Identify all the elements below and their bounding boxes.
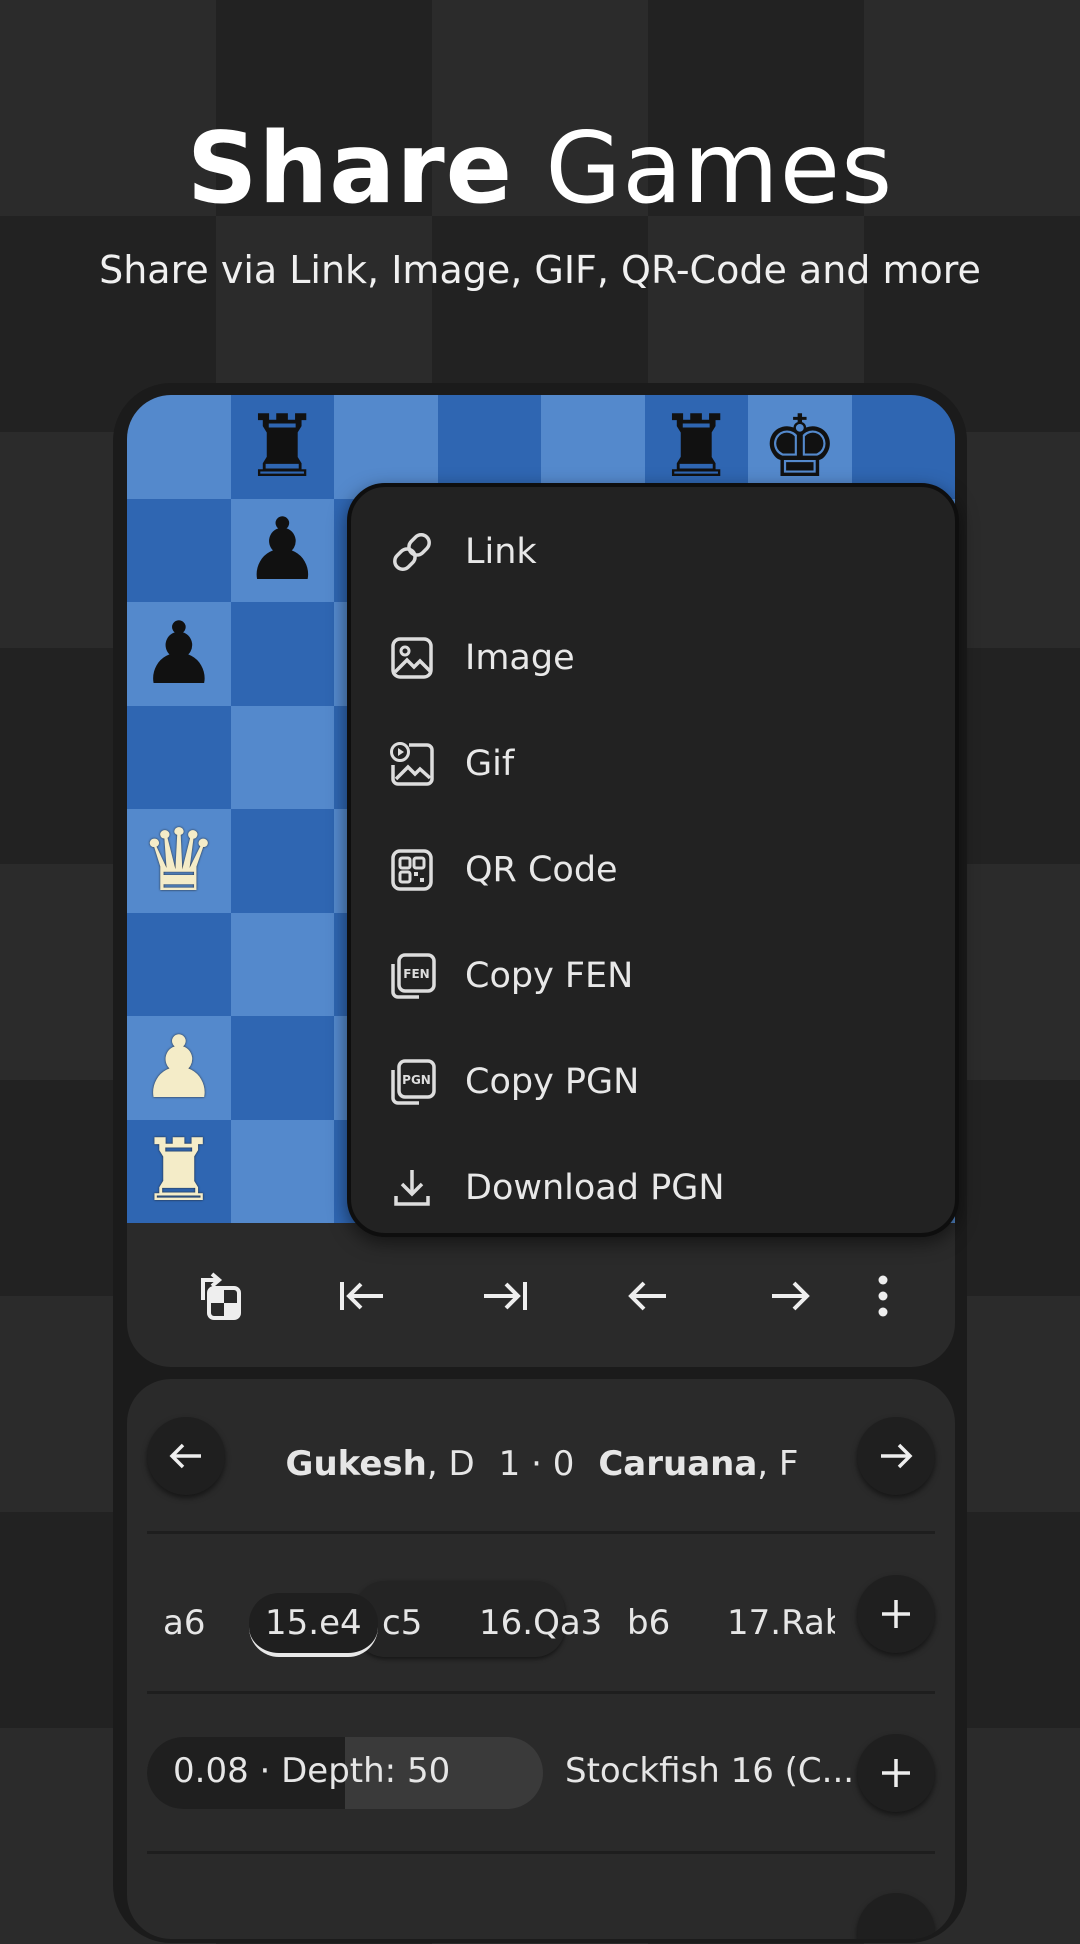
- share-image-item[interactable]: Image: [351, 605, 955, 711]
- menu-item-label: Copy PGN: [465, 1062, 640, 1102]
- white-queen-icon[interactable]: ♛: [127, 809, 231, 913]
- copy-pgn-icon: PGN: [387, 1057, 437, 1107]
- qr-code-icon: [387, 845, 437, 895]
- next-move-button[interactable]: [745, 1251, 835, 1341]
- more-options-button[interactable]: [853, 1251, 913, 1341]
- copy-fen-item[interactable]: FEN Copy FEN: [351, 923, 955, 1029]
- board-square[interactable]: [230, 705, 334, 809]
- next-game-button[interactable]: [857, 1417, 935, 1495]
- fen-badge: FEN: [403, 967, 429, 981]
- divider: [147, 1691, 935, 1694]
- board-square[interactable]: [127, 395, 231, 499]
- board-square[interactable]: [230, 809, 334, 913]
- menu-item-label: Gif: [465, 744, 515, 784]
- board-square[interactable]: [127, 705, 231, 809]
- arrow-left-icon: [169, 1443, 201, 1469]
- menu-item-label: Download PGN: [465, 1168, 725, 1208]
- engine-evaluation: 0.08 · Depth: 50: [173, 1751, 451, 1791]
- last-move-icon: [484, 1282, 527, 1310]
- board-square[interactable]: [230, 912, 334, 1016]
- move-item[interactable]: b6: [627, 1593, 670, 1653]
- white-player-name: Gukesh: [285, 1444, 427, 1484]
- flip-board-button[interactable]: [175, 1251, 265, 1341]
- next-move-icon: [772, 1281, 810, 1311]
- share-qr-item[interactable]: QR Code: [351, 817, 955, 923]
- divider: [147, 1531, 935, 1534]
- image-icon: [387, 633, 437, 683]
- page-subtitle: Share via Link, Image, GIF, QR-Code and …: [99, 248, 981, 292]
- previous-move-button[interactable]: [603, 1251, 693, 1341]
- menu-item-label: Link: [465, 532, 537, 572]
- first-move-icon: [340, 1282, 383, 1310]
- board-square[interactable]: [127, 912, 231, 1016]
- menu-item-label: Image: [465, 638, 575, 678]
- board-toolbar: [127, 1223, 955, 1367]
- download-icon: [387, 1163, 437, 1213]
- black-pawn-icon[interactable]: ♟: [127, 602, 231, 706]
- menu-item-label: QR Code: [465, 850, 618, 890]
- move-item[interactable]: 17.Rab: [727, 1593, 835, 1653]
- move-item[interactable]: a6: [163, 1593, 205, 1653]
- plus-icon: [882, 1600, 910, 1628]
- link-icon: [387, 527, 437, 577]
- partial-button[interactable]: [857, 1893, 935, 1939]
- game-players: Gukesh , D 1 · 0 Caruana , F: [227, 1434, 857, 1494]
- copy-fen-icon: FEN: [387, 951, 437, 1001]
- board-square[interactable]: [230, 1016, 334, 1120]
- engine-name[interactable]: Stockfish 16 (C...: [565, 1751, 854, 1791]
- download-pgn-item[interactable]: Download PGN: [351, 1135, 955, 1241]
- pgn-badge: PGN: [402, 1073, 431, 1087]
- first-move-button[interactable]: [317, 1251, 407, 1341]
- gif-icon: [387, 739, 437, 789]
- flip-board-icon: [201, 1272, 241, 1320]
- divider: [147, 1851, 935, 1854]
- black-player-initial: , F: [757, 1444, 799, 1484]
- move-item[interactable]: c5: [382, 1593, 422, 1653]
- move-item-current[interactable]: 15.e4: [249, 1593, 378, 1657]
- plus-icon: [882, 1759, 910, 1787]
- board-square[interactable]: [230, 602, 334, 706]
- previous-move-icon: [628, 1281, 666, 1311]
- white-pawn-icon[interactable]: ♟: [127, 1016, 231, 1120]
- game-result: 1 · 0: [498, 1444, 575, 1484]
- add-engine-line-button[interactable]: [857, 1734, 935, 1812]
- menu-item-label: Copy FEN: [465, 956, 634, 996]
- move-item[interactable]: 16.Qa3: [479, 1593, 602, 1653]
- share-gif-item[interactable]: Gif: [351, 711, 955, 817]
- last-move-button[interactable]: [460, 1251, 550, 1341]
- share-menu: Link Image Gif QR Code FEN Copy FEN PGN …: [347, 483, 959, 1237]
- board-square[interactable]: [127, 498, 231, 602]
- title-bold: Share: [186, 112, 514, 226]
- board-square[interactable]: [230, 1119, 334, 1223]
- add-move-button[interactable]: [857, 1575, 935, 1653]
- previous-game-button[interactable]: [147, 1417, 225, 1495]
- white-rook-icon[interactable]: ♜: [127, 1120, 231, 1224]
- page-title: Share Games: [0, 112, 1080, 226]
- black-player-name: Caruana: [598, 1444, 758, 1484]
- black-pawn-icon[interactable]: ♟: [231, 499, 335, 603]
- black-rook-icon[interactable]: ♜: [231, 395, 335, 499]
- more-options-icon: [878, 1275, 888, 1317]
- copy-pgn-item[interactable]: PGN Copy PGN: [351, 1029, 955, 1135]
- arrow-right-icon: [881, 1443, 913, 1469]
- share-link-item[interactable]: Link: [351, 499, 955, 605]
- white-player-initial: , D: [426, 1444, 475, 1484]
- title-light: Games: [545, 112, 894, 226]
- game-info-card: Gukesh , D 1 · 0 Caruana , F a6 15.e4 c5…: [127, 1379, 955, 1939]
